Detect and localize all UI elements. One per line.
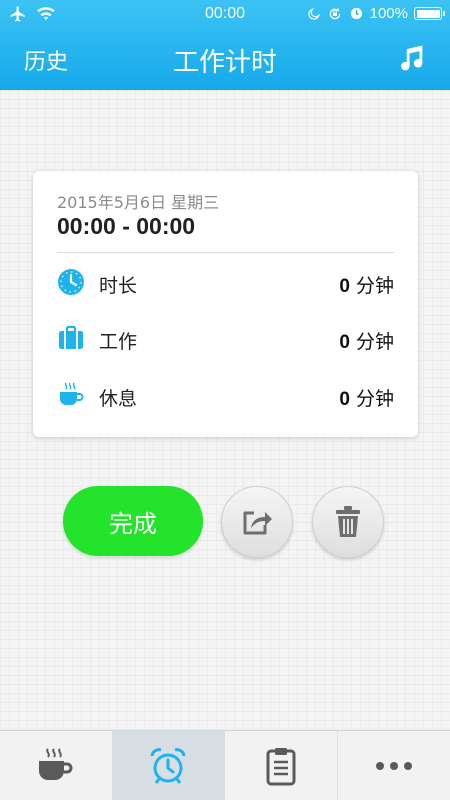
bottom-tab-bar (0, 730, 450, 800)
briefcase-icon (59, 325, 83, 349)
clock-icon (58, 269, 84, 295)
stat-label: 工作 (99, 331, 138, 353)
tab-timer[interactable] (112, 731, 225, 800)
stat-unit: 分钟 (355, 275, 394, 297)
finish-button[interactable]: 完成 (63, 486, 203, 556)
trash-icon (336, 506, 360, 537)
stat-value: 0 分钟 (339, 271, 394, 298)
status-right: 100% (307, 5, 445, 22)
session-date: 2015年5月6日 星期三 (57, 193, 220, 212)
tab-more[interactable] (338, 731, 450, 800)
app-header: 00:00 100% 历史 工作计时 (0, 0, 450, 90)
stat-value: 0 分钟 (339, 327, 394, 354)
stat-number: 0 (339, 389, 350, 410)
stat-unit: 分钟 (355, 331, 394, 353)
alarm-clock-icon (150, 748, 186, 784)
status-bar: 00:00 100% (0, 0, 450, 30)
stat-number: 0 (339, 276, 350, 297)
moon-icon (308, 7, 320, 20)
more-icon (375, 762, 412, 770)
tab-rest[interactable] (0, 731, 113, 800)
music-note-icon[interactable] (394, 42, 428, 76)
stat-row-rest: 休息 0 分钟 (57, 381, 394, 411)
battery-icon (414, 7, 445, 20)
coffee-cup-icon (38, 748, 73, 780)
alarm-icon (350, 7, 362, 20)
page-title: 工作计时 (172, 48, 277, 78)
share-icon (243, 511, 272, 535)
session-time-range: 00:00 - 00:00 (57, 213, 196, 239)
nav-bar: 历史 工作计时 (0, 30, 450, 90)
clipboard-icon (266, 748, 296, 786)
stat-value: 0 分钟 (339, 384, 394, 411)
stat-row-duration: 时长 0 分钟 (57, 268, 394, 298)
stat-unit: 分钟 (355, 388, 394, 410)
stat-number: 0 (339, 332, 350, 353)
stat-label: 时长 (99, 275, 138, 297)
delete-button[interactable] (312, 486, 384, 558)
orientation-lock-icon (329, 7, 340, 19)
share-button[interactable] (221, 486, 293, 558)
coffee-cup-icon (60, 382, 84, 405)
battery-percent: 100% (369, 5, 408, 22)
session-summary-card: 2015年5月6日 星期三 00:00 - 00:00 时长 0 分钟 工作 0分… (33, 171, 418, 437)
stat-label: 休息 (99, 388, 138, 410)
card-divider (57, 252, 394, 253)
stat-row-work: 工作 0 分钟 (57, 324, 394, 354)
tab-records[interactable] (225, 731, 338, 800)
